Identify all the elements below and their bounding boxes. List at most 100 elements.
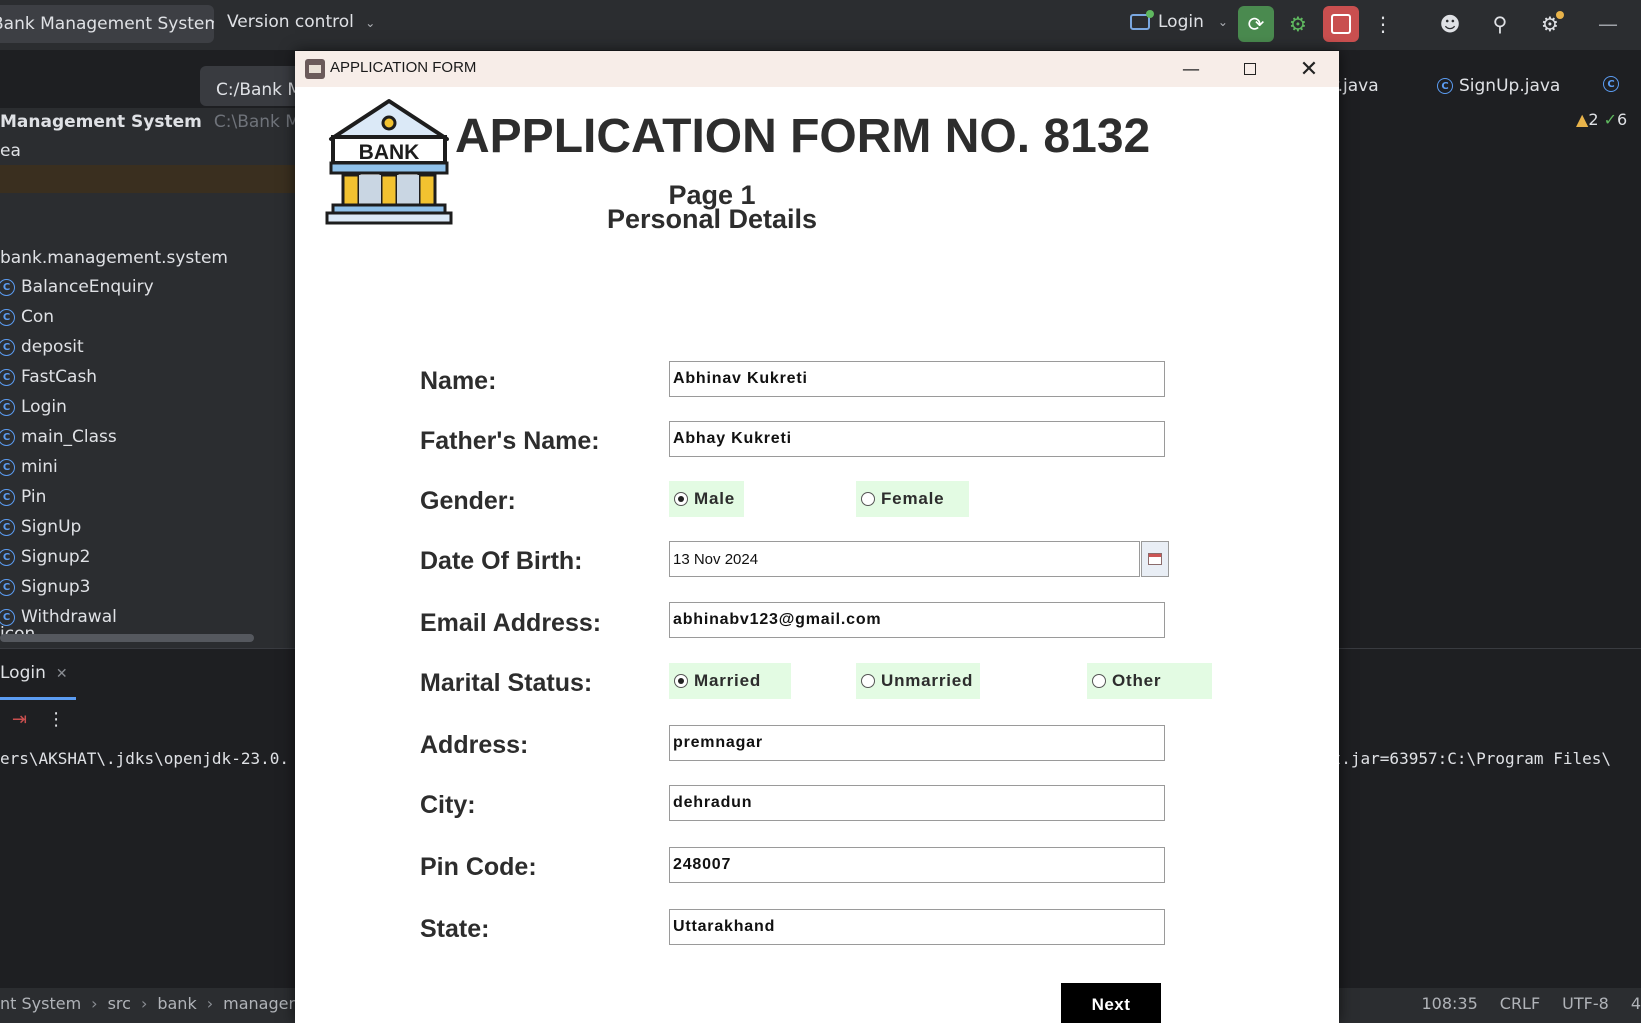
active-tab-indicator xyxy=(0,697,76,700)
tree-class-item[interactable]: C Con xyxy=(0,303,54,331)
project-selector[interactable]: Bank Management System ⌄ xyxy=(0,5,214,43)
next-button[interactable]: Next xyxy=(1061,983,1161,1023)
settings-button[interactable]: ⚙ xyxy=(1532,6,1568,42)
dob-field[interactable]: 13 Nov 2024 xyxy=(669,541,1140,577)
tab-more[interactable]: C xyxy=(1603,76,1619,92)
marital-married-label: Married xyxy=(694,671,762,690)
exit-icon[interactable]: ⇥ xyxy=(12,709,27,730)
inspection-widget[interactable]: ▲2 ✓6 xyxy=(1576,110,1627,129)
breadcrumb-item[interactable]: src xyxy=(108,994,131,1013)
tree-scrollbar[interactable] xyxy=(0,634,254,642)
marital-other-radio[interactable]: Other xyxy=(1087,663,1212,699)
marital-married-radio[interactable]: Married xyxy=(669,663,791,699)
chevron-right-icon: › xyxy=(91,994,98,1013)
tree-class-item[interactable]: C Signup2 xyxy=(0,543,90,571)
chevron-down-icon: ⌄ xyxy=(1217,15,1228,29)
city-field[interactable] xyxy=(669,785,1165,821)
tree-root[interactable]: Management System C:\Bank Mana xyxy=(0,108,296,136)
caret-position[interactable]: 108:35 xyxy=(1421,994,1477,1013)
calendar-icon xyxy=(1148,553,1162,565)
tree-root-path: C:\Bank Mana xyxy=(213,112,296,132)
search-icon: ⚲ xyxy=(1492,12,1508,36)
class-icon: C xyxy=(0,548,15,566)
run-tab-label: Login xyxy=(0,663,46,683)
name-field[interactable] xyxy=(669,361,1165,397)
version-control-menu[interactable]: Version control ⌄ xyxy=(227,12,375,32)
minimize-button[interactable]: — xyxy=(1162,53,1220,85)
class-icon: C xyxy=(1603,76,1619,92)
ok-count: 6 xyxy=(1617,110,1628,129)
file-encoding[interactable]: UTF-8 xyxy=(1562,994,1609,1013)
date-picker-button[interactable] xyxy=(1141,541,1169,577)
bug-icon: ⚙ xyxy=(1289,12,1307,36)
minimize-icon: — xyxy=(1598,12,1618,36)
add-user-button[interactable]: ☻ xyxy=(1432,6,1468,42)
close-icon[interactable]: ✕ xyxy=(56,666,68,682)
radio-selected-icon xyxy=(674,674,688,688)
class-icon: C xyxy=(0,578,15,596)
line-separator[interactable]: CRLF xyxy=(1500,994,1540,1013)
close-button[interactable]: ✕ xyxy=(1280,53,1338,85)
pin-code-field[interactable] xyxy=(669,847,1165,883)
tree-class-item[interactable]: C Login xyxy=(0,393,67,421)
check-icon: ✓ xyxy=(1603,110,1617,129)
stop-button[interactable] xyxy=(1323,6,1359,42)
console-output: ers\AKSHAT\.jdks\openjdk-23.0. xyxy=(0,749,289,768)
tree-class-item[interactable]: Cmini xyxy=(0,453,58,481)
father-name-field[interactable] xyxy=(669,421,1165,457)
minimize-ide-button[interactable]: — xyxy=(1590,6,1626,42)
tree-class-item[interactable]: C Signup3 xyxy=(0,573,90,601)
breadcrumb-item[interactable]: bank xyxy=(157,994,196,1013)
tree-class-label: main_Class xyxy=(21,427,117,447)
class-icon: C xyxy=(0,518,15,536)
java-app-icon xyxy=(305,59,325,79)
breadcrumb: nt System › src › bank › manager xyxy=(0,994,295,1013)
more-actions-button[interactable]: ⋮ xyxy=(1365,6,1401,42)
run-configuration-selector[interactable]: Login ⌄ xyxy=(1130,10,1228,32)
state-field[interactable] xyxy=(669,909,1165,945)
address-field[interactable] xyxy=(669,725,1165,761)
tab-label: SignUp.java xyxy=(1459,76,1561,96)
dob-value: 13 Nov 2024 xyxy=(673,550,759,568)
tree-class-item[interactable]: C BalanceEnquiry xyxy=(0,273,154,301)
tree-class-item[interactable]: Cmain_Class xyxy=(0,423,117,451)
search-button[interactable]: ⚲ xyxy=(1482,6,1518,42)
form-body: BANK APPLICATION FORM NO. 8132 Page 1 Pe… xyxy=(295,87,1339,1023)
indent-setting[interactable]: 4 xyxy=(1631,994,1641,1013)
tree-package-label: bank.management.system xyxy=(0,248,228,268)
warning-count: 2 xyxy=(1588,110,1599,129)
tree-class-label: FastCash xyxy=(21,367,98,387)
breadcrumb-item[interactable]: manager xyxy=(223,994,295,1013)
tree-class-label: Login xyxy=(21,397,67,417)
tab-signup-java[interactable]: C SignUp.java xyxy=(1437,76,1560,96)
gender-female-radio[interactable]: Female xyxy=(856,481,969,517)
tree-item[interactable]: ea xyxy=(0,137,21,165)
class-icon: C xyxy=(0,368,15,386)
window-titlebar[interactable]: APPLICATION FORM — ✕ xyxy=(295,51,1339,87)
breadcrumb-item[interactable]: nt System xyxy=(0,994,81,1013)
gender-male-radio[interactable]: Male xyxy=(669,481,744,517)
run-tab-login[interactable]: Login ✕ xyxy=(0,663,68,683)
tree-class-item[interactable]: C Pin xyxy=(0,483,46,511)
marital-unmarried-radio[interactable]: Unmarried xyxy=(856,663,980,699)
class-icon: C xyxy=(0,428,15,446)
debug-button[interactable]: ⚙ xyxy=(1280,6,1316,42)
tree-class-label: BalanceEnquiry xyxy=(21,277,154,297)
stop-icon xyxy=(1331,14,1351,34)
more-vertical-icon[interactable]: ⋮ xyxy=(47,709,65,730)
address-label: Address: xyxy=(420,731,529,759)
tree-package[interactable]: bank.management.system xyxy=(0,244,228,272)
tree-class-item[interactable]: Cdeposit xyxy=(0,333,84,361)
name-label: Name: xyxy=(420,367,497,395)
gender-male-label: Male xyxy=(694,489,735,508)
city-label: City: xyxy=(420,791,476,819)
state-label: State: xyxy=(420,915,490,943)
tree-class-item[interactable]: C FastCash xyxy=(0,363,97,391)
rerun-button[interactable]: ⟳ xyxy=(1238,6,1274,42)
tree-class-item[interactable]: C SignUp xyxy=(0,513,81,541)
form-title: APPLICATION FORM NO. 8132 xyxy=(455,110,1151,163)
email-field[interactable] xyxy=(669,602,1165,638)
radio-unselected-icon xyxy=(861,674,875,688)
user-plus-icon: ☻ xyxy=(1439,12,1461,36)
maximize-button[interactable] xyxy=(1221,53,1279,85)
